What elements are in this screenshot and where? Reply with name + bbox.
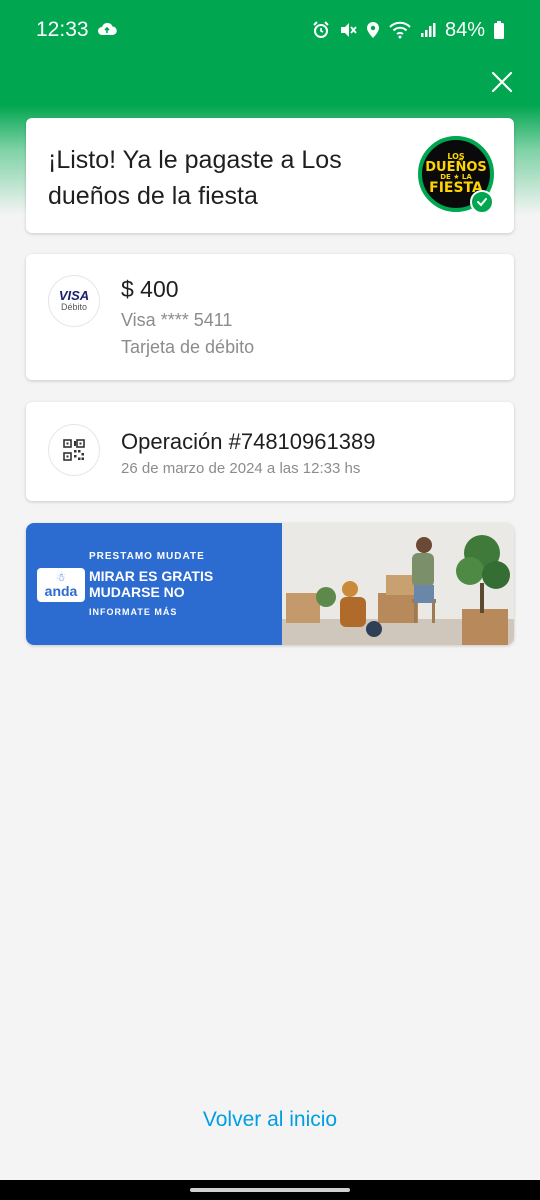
- banner-kicker: PRESTAMO MUDATE: [89, 551, 205, 562]
- signal-icon: [420, 22, 436, 38]
- location-icon: [366, 21, 380, 39]
- card-brand: VISA: [58, 288, 90, 303]
- cloud-sync-icon: [97, 19, 117, 42]
- home-gesture-handle[interactable]: [190, 1188, 350, 1192]
- success-card: ¡Listo! Ya le pagaste a Los dueños de la…: [26, 118, 514, 233]
- wifi-icon: [389, 21, 411, 39]
- promo-banner[interactable]: ☃ anda PRESTAMO MUDATE MIRAR ES GRATIS M…: [26, 523, 514, 645]
- card-type: Tarjeta de débito: [121, 337, 255, 357]
- banner-photo: [282, 523, 514, 645]
- close-button[interactable]: [488, 68, 516, 96]
- qr-code-icon: [48, 424, 100, 476]
- status-bar: 12:33 84%: [0, 0, 540, 60]
- battery-icon: [494, 21, 504, 39]
- card-number: Visa **** 5411: [121, 310, 233, 330]
- operation-date: 26 de marzo de 2024 a las 12:33 hs: [121, 460, 361, 477]
- back-to-home-link[interactable]: Volver al inicio: [0, 1108, 540, 1132]
- payment-card: VISA Débito $ 400 Visa **** 5411 Tarjeta…: [26, 254, 514, 380]
- anda-logo-icon: ☃: [56, 571, 66, 584]
- banner-cta: INFORMATE MÁS: [89, 607, 178, 617]
- battery-level: 84%: [444, 18, 485, 41]
- anda-logo: ☃ anda: [37, 568, 85, 602]
- banner-headline: MIRAR ES GRATIS MUDARSE NO: [89, 568, 214, 600]
- success-title: ¡Listo! Ya le pagaste a Los dueños de la…: [48, 146, 342, 210]
- status-time: 12:33: [36, 18, 89, 41]
- mute-icon: [339, 21, 357, 39]
- operation-number: Operación #74810961389: [121, 429, 376, 454]
- visa-debit-icon: VISA Débito: [48, 275, 100, 327]
- operation-card: Operación #74810961389 26 de marzo de 20…: [26, 402, 514, 501]
- anda-logo-text: anda: [44, 582, 78, 599]
- banner-text-panel: ☃ anda PRESTAMO MUDATE MIRAR ES GRATIS M…: [26, 523, 282, 645]
- check-icon: [470, 190, 494, 214]
- alarm-icon: [312, 21, 330, 39]
- navigation-bar: [0, 1180, 540, 1200]
- card-brand-sub: Débito: [60, 302, 87, 312]
- payment-amount: $ 400: [121, 276, 179, 302]
- close-icon: [491, 71, 513, 93]
